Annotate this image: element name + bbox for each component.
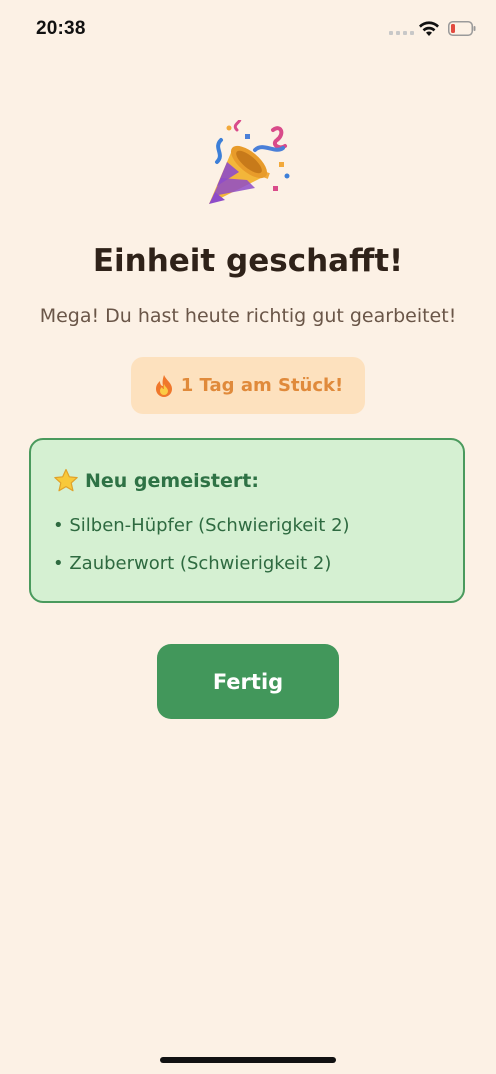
streak-badge: 1 Tag am Stück! <box>131 357 365 414</box>
status-time: 20:38 <box>36 18 86 39</box>
mastered-card: Neu gemeistert: • Silben-Hüpfer (Schwier… <box>29 438 465 603</box>
mastered-header: Neu gemeistert: <box>53 468 259 494</box>
list-item: • Zauberwort (Schwierigkeit 2) <box>53 553 332 574</box>
cellular-signal-icon <box>389 31 414 35</box>
page-subtitle: Mega! Du hast heute richtig gut gearbeit… <box>39 305 457 327</box>
streak-label: 1 Tag am Stück! <box>180 375 344 396</box>
mastered-list: • Silben-Hüpfer (Schwierigkeit 2) • Zaub… <box>53 514 350 590</box>
status-bar: 20:38 <box>0 0 496 58</box>
party-popper-icon <box>209 120 290 204</box>
mastered-title: Neu gemeistert: <box>85 470 259 492</box>
done-button[interactable]: Fertig <box>157 644 339 719</box>
fire-icon <box>155 374 172 397</box>
home-indicator <box>160 1057 336 1063</box>
wifi-icon <box>419 21 439 36</box>
celebration-hero <box>0 120 496 214</box>
battery-icon <box>448 21 476 36</box>
list-item: • Silben-Hüpfer (Schwierigkeit 2) <box>53 515 350 536</box>
page-title: Einheit geschafft! <box>92 243 404 279</box>
star-icon <box>54 468 78 492</box>
